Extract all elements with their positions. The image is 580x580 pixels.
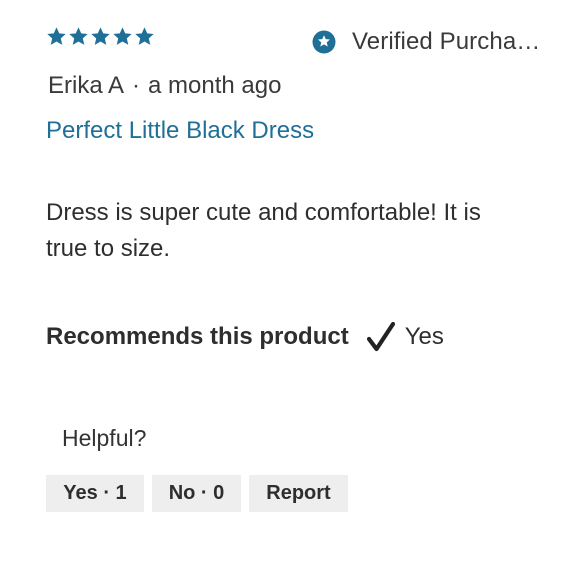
feedback-buttons: Yes · 1 No · 0 Report: [46, 475, 348, 512]
review-title: Perfect Little Black Dress: [46, 117, 315, 144]
star-badge-icon: [312, 30, 336, 54]
recommends-value: Yes: [404, 323, 444, 350]
review-body: Dress is super cute and comfortable! It …: [46, 199, 481, 262]
helpful-no-button[interactable]: No · 0: [152, 475, 241, 512]
review-meta: Erika A · a month ago: [48, 72, 281, 100]
reviewer-name: Erika A: [48, 72, 125, 99]
star-icon: [113, 27, 132, 45]
star-icon: [69, 27, 88, 45]
review-time: a month ago: [148, 72, 282, 99]
meta-separator: ·: [132, 72, 141, 99]
star-rating: [46, 26, 155, 47]
verified-purchase-badge: Verified Purcha…: [312, 28, 540, 56]
checkmark-icon: [366, 322, 395, 352]
recommends-row: Recommends this product Yes: [46, 322, 444, 352]
star-icon: [47, 27, 66, 45]
helpful-prompt: Helpful?: [62, 425, 147, 451]
star-icon: [91, 27, 110, 45]
star-icon: [135, 27, 154, 45]
helpful-yes-button[interactable]: Yes · 1: [46, 475, 144, 512]
verified-purchase-label: Verified Purcha…: [352, 28, 541, 55]
report-button[interactable]: Report: [249, 475, 348, 512]
recommends-label: Recommends this product: [46, 323, 349, 350]
